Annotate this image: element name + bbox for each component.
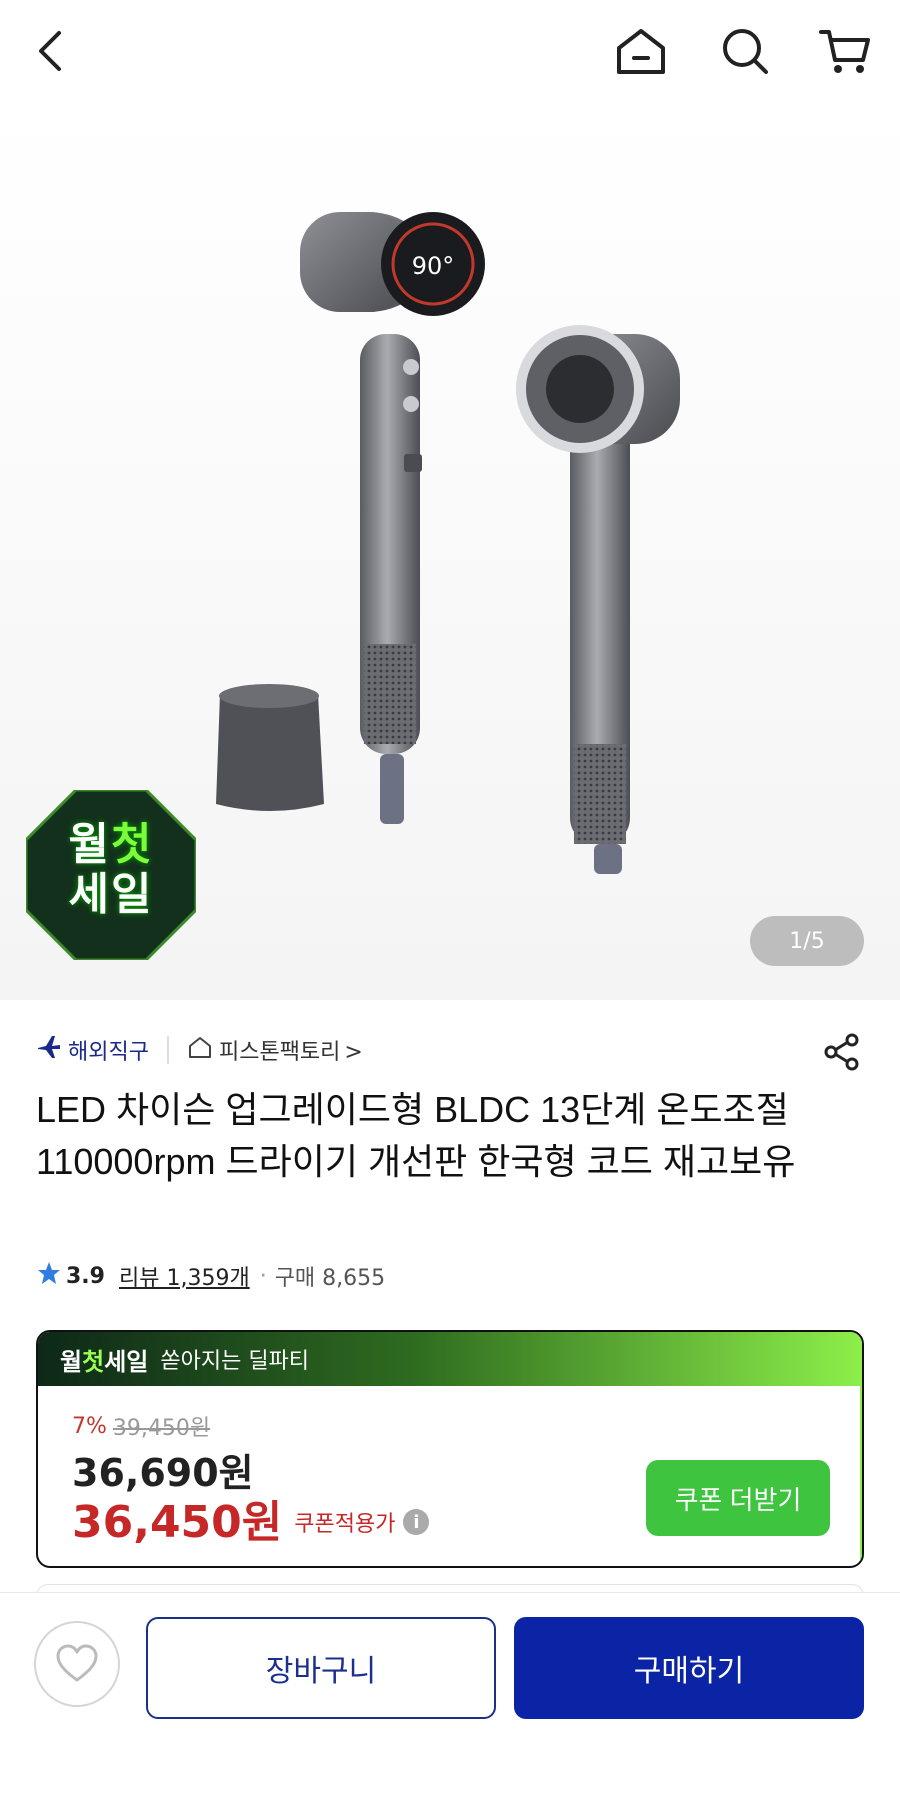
info-icon[interactable]: i: [403, 1509, 430, 1535]
deal-price-box: 월첫세일 쏟아지는 딜파티 7% 39,450원 36,690원 36,450원…: [36, 1330, 864, 1568]
share-icon[interactable]: [822, 1032, 862, 1072]
airplane-icon: [36, 1034, 62, 1066]
original-price: 39,450원: [112, 1416, 211, 1441]
rating-row: 3.9 리뷰 1,359개 · 구매 8,655: [36, 1258, 385, 1294]
search-icon[interactable]: [716, 22, 774, 80]
cart-icon[interactable]: [816, 22, 874, 80]
add-to-cart-button[interactable]: 장바구니: [146, 1617, 496, 1719]
deal-subtitle: 쏟아지는 딜파티: [160, 1349, 310, 1374]
sale-price: 36,690원: [72, 1451, 254, 1495]
product-image-gallery[interactable]: 90° 월첫 세일 1/5: [0, 104, 900, 1000]
top-navigation-bar: [0, 0, 900, 104]
star-icon: [36, 1260, 62, 1292]
bottom-action-bar: 장바구니 구매하기: [0, 1592, 900, 1808]
review-count-link[interactable]: 리뷰 1,359개: [119, 1260, 250, 1292]
purchase-count: 구매 8,655: [274, 1266, 386, 1291]
heart-icon: [56, 1644, 98, 1682]
home-icon[interactable]: [612, 22, 670, 80]
seller-meta-row: 해외직구 피스톤팩토리 >: [36, 1030, 363, 1070]
coupon-applied-price: 36,450원: [72, 1497, 283, 1548]
store-home-icon: [187, 1035, 213, 1065]
monthly-first-sale-badge: 월첫 세일: [26, 790, 196, 960]
image-pager-indicator: 1/5: [750, 916, 864, 966]
deal-banner: 월첫세일 쏟아지는 딜파티: [38, 1332, 862, 1386]
accent-border: [860, 1386, 862, 1566]
overseas-direct-label[interactable]: 해외직구: [68, 1034, 149, 1066]
rating-score: 3.9: [66, 1263, 105, 1289]
coupon-price-label: 쿠폰적용가: [294, 1512, 396, 1537]
separator-dot: ·: [259, 1263, 267, 1289]
discount-percent: 7%: [72, 1413, 107, 1439]
svg-text:90°: 90°: [412, 252, 455, 280]
discount-row: 7% 39,450원: [72, 1410, 210, 1442]
buy-now-button[interactable]: 구매하기: [514, 1617, 864, 1719]
back-chevron-icon[interactable]: [22, 22, 80, 80]
product-title: LED 차이슨 업그레이드형 BLDC 13단계 온도조절 110000rpm …: [36, 1089, 796, 1182]
deal-brand-label: 월첫세일: [60, 1347, 149, 1376]
wishlist-heart-button[interactable]: [34, 1621, 120, 1707]
seller-name-link[interactable]: 피스톤팩토리 >: [219, 1034, 363, 1066]
divider: [166, 1036, 169, 1064]
coupon-price-row: 36,450원 쿠폰적용가 i: [72, 1486, 430, 1550]
get-more-coupons-button[interactable]: 쿠폰 더받기: [646, 1460, 830, 1536]
